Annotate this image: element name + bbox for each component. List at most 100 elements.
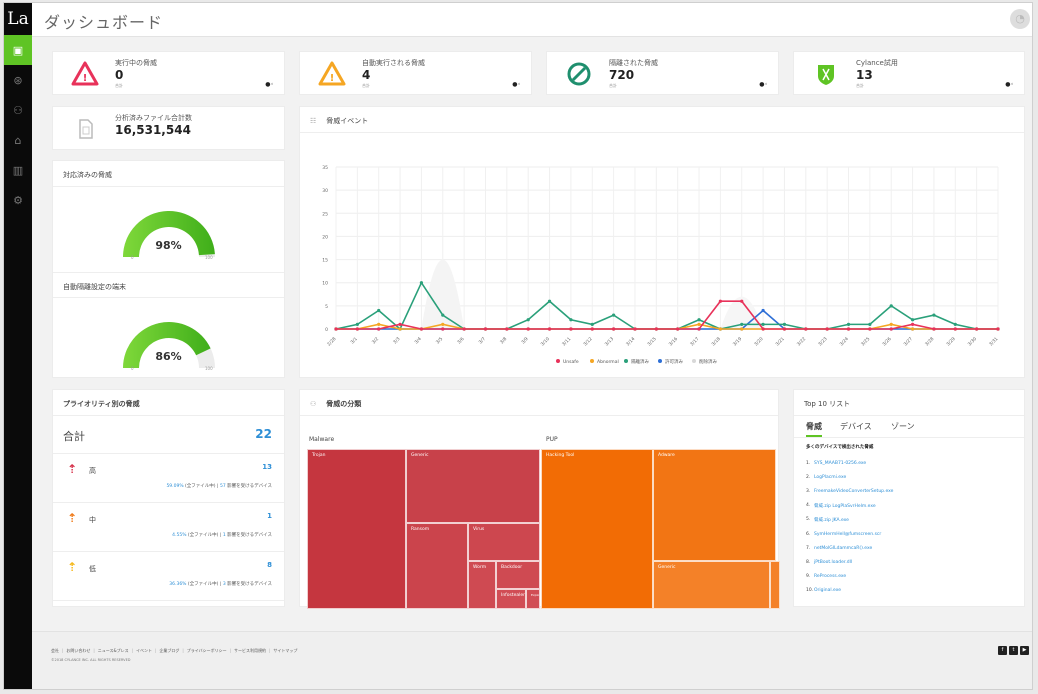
pct[interactable]: 36.36% bbox=[169, 582, 186, 587]
priority-count[interactable]: 8 bbox=[267, 561, 272, 569]
facebook-icon[interactable]: f bbox=[998, 646, 1007, 655]
x-tick-label: 3/6 bbox=[456, 336, 465, 345]
treemap-cell[interactable]: Backdoor bbox=[496, 561, 540, 589]
devices-count[interactable]: 57 bbox=[220, 484, 226, 489]
footer-link[interactable]: イベント bbox=[136, 648, 152, 653]
tab-zones[interactable]: ゾーン bbox=[891, 421, 915, 432]
footer-link[interactable]: サイトマップ bbox=[273, 648, 297, 653]
treemap-cell[interactable]: Virus bbox=[468, 523, 540, 561]
priority-count[interactable]: 1 bbox=[267, 512, 272, 520]
priority-count[interactable]: 13 bbox=[262, 463, 272, 471]
top10-list: 多くのデバイスで検出された脅威 1. SYS_MAAB71-0256.exe 2. L… bbox=[794, 438, 1024, 604]
sidebar-item-zones[interactable]: ⚇ bbox=[4, 95, 32, 125]
treemap-cell[interactable]: Generic bbox=[406, 449, 540, 523]
item-rank: 1. bbox=[806, 460, 811, 466]
footer-link[interactable]: 会社 bbox=[51, 648, 59, 653]
treemap-cell-small[interactable] bbox=[770, 561, 780, 609]
pct-text: (全ファイル中) bbox=[187, 582, 219, 587]
treemap-cell[interactable]: Adware bbox=[653, 449, 776, 561]
tab-threats[interactable]: 脅威 bbox=[806, 421, 822, 437]
user-avatar-icon[interactable]: ◔ bbox=[1010, 9, 1030, 29]
pct[interactable]: 59.09% bbox=[166, 484, 183, 489]
data-point bbox=[910, 322, 915, 326]
stat-card-quarantined-threats[interactable]: 隔離された脅威 720 合計 ●◦ bbox=[546, 51, 779, 95]
gauge-value: 86% bbox=[155, 350, 182, 363]
devices-text: 影響を受けるデバイス bbox=[227, 582, 272, 587]
separator: | bbox=[131, 648, 133, 653]
sidebar-item-reports[interactable]: ▥ bbox=[4, 155, 32, 185]
youtube-icon[interactable]: ▶ bbox=[1020, 646, 1029, 655]
zones-icon: ⚇ bbox=[13, 103, 23, 117]
treemap-cell[interactable]: Worm bbox=[468, 561, 496, 609]
item-link[interactable]: Original.exe bbox=[814, 588, 841, 593]
stat-card-running-threats[interactable]: ! 実行中の脅威 0 合計 ●◦ bbox=[52, 51, 285, 95]
top10-item: 8. jPtBoot.loader.dll bbox=[806, 555, 1012, 569]
item-link[interactable]: LogPlacmi.exe bbox=[814, 475, 846, 480]
x-tick-label: 3/13 bbox=[604, 336, 615, 347]
separator: | bbox=[62, 648, 64, 653]
sidebar-item-protection[interactable]: ⊛ bbox=[4, 65, 32, 95]
data-point bbox=[355, 322, 359, 326]
dashboard-icon: ▣ bbox=[12, 43, 24, 57]
warning-icon: ! bbox=[71, 61, 99, 86]
pct[interactable]: 4.55% bbox=[172, 533, 186, 538]
data-point bbox=[910, 327, 915, 331]
gauge-resolved: 98% 0 100 bbox=[53, 187, 284, 272]
pager-dots[interactable]: ●◦ bbox=[759, 81, 768, 88]
sidebar-item-devices[interactable]: ⌂ bbox=[4, 125, 32, 155]
data-point bbox=[569, 318, 573, 322]
treemap-cell[interactable]: Trojan bbox=[307, 449, 406, 609]
item-link[interactable]: 脅威.zip LogPlaSvrHelm.exe bbox=[814, 503, 876, 509]
pager-dots[interactable]: ●◦ bbox=[265, 81, 274, 88]
gauge-title: 自動隔離設定の端末 bbox=[53, 272, 284, 298]
svg-text:!: ! bbox=[330, 73, 335, 84]
gauge-value: 98% bbox=[155, 239, 182, 252]
data-point bbox=[526, 327, 530, 331]
sidebar: La ▣ ⊛ ⚇ ⌂ ▥ ⚙ bbox=[4, 3, 32, 689]
footer-link[interactable]: サービス利用規約 bbox=[234, 648, 266, 653]
data-point bbox=[441, 322, 445, 326]
treemap-cell[interactable]: Infostealer bbox=[496, 589, 526, 609]
twitter-icon[interactable]: t bbox=[1009, 646, 1018, 655]
footer-link[interactable]: ニュース&プレス bbox=[98, 648, 129, 653]
item-link[interactable]: SymHermHell@fumscreen.scr bbox=[814, 532, 881, 537]
item-link[interactable]: FreemakeVideoConverterSetup.exe bbox=[814, 489, 893, 494]
devices-count[interactable]: 3 bbox=[223, 582, 226, 587]
stat-label: Cylance試用 bbox=[856, 59, 898, 67]
stat-card-auto-run-threats[interactable]: ! 自動実行される脅威 4 合計 ●◦ bbox=[299, 51, 532, 95]
x-tick-label: 3/24 bbox=[839, 336, 850, 347]
footer-link[interactable]: お問い合わせ bbox=[66, 648, 90, 653]
footer-link[interactable]: 企業ブログ bbox=[159, 648, 179, 653]
data-point bbox=[697, 318, 701, 322]
data-point bbox=[419, 327, 424, 331]
x-tick-label: 3/17 bbox=[689, 336, 700, 347]
threat-events-chart: 0 5 10 15 20 25 30 35 2/28 3/1 3/2 3/3 3/4 3/5 3/6 3/7 3… bbox=[322, 165, 1000, 365]
data-point bbox=[804, 327, 808, 331]
item-link[interactable]: 脅威.zip JKA.exe bbox=[814, 517, 849, 523]
treemap-cell[interactable]: Generic bbox=[653, 561, 770, 609]
gauge-min: 0 bbox=[131, 366, 134, 371]
priority-total-row: 合計 22 bbox=[53, 416, 284, 454]
top10-item: 9. ReProcess.exe bbox=[806, 570, 1012, 584]
item-link[interactable]: netMolGILdammcaR().exe bbox=[814, 546, 872, 551]
item-link[interactable]: jPtBoot.loader.dll bbox=[814, 560, 852, 565]
pager-dots[interactable]: ●◦ bbox=[1005, 81, 1014, 88]
x-tick-label: 3/1 bbox=[349, 336, 358, 345]
item-link[interactable]: ReProcess.exe bbox=[814, 574, 846, 579]
data-point bbox=[975, 327, 979, 331]
treemap-cell[interactable]: Exploit bbox=[526, 589, 540, 609]
item-link[interactable]: SYS_MAAB71-0256.exe bbox=[814, 461, 866, 466]
stat-card-cylance-trial[interactable]: Cylance試用 13 合計 ●◦ bbox=[793, 51, 1025, 95]
treemap-cell[interactable]: Hacking Tool bbox=[541, 449, 653, 609]
blocked-icon bbox=[567, 62, 591, 86]
sidebar-item-dashboard[interactable]: ▣ bbox=[4, 35, 32, 65]
sidebar-item-settings[interactable]: ⚙ bbox=[4, 185, 32, 215]
treemap-cell[interactable]: Ransom bbox=[406, 523, 468, 609]
footer-link[interactable]: プライバシーポリシー bbox=[187, 648, 227, 653]
tab-devices[interactable]: デバイス bbox=[840, 421, 872, 432]
data-point bbox=[590, 322, 594, 326]
pager-dots[interactable]: ●◦ bbox=[512, 81, 521, 88]
total-value[interactable]: 22 bbox=[255, 427, 272, 441]
devices-count[interactable]: 1 bbox=[223, 533, 226, 538]
data-point bbox=[676, 327, 680, 331]
